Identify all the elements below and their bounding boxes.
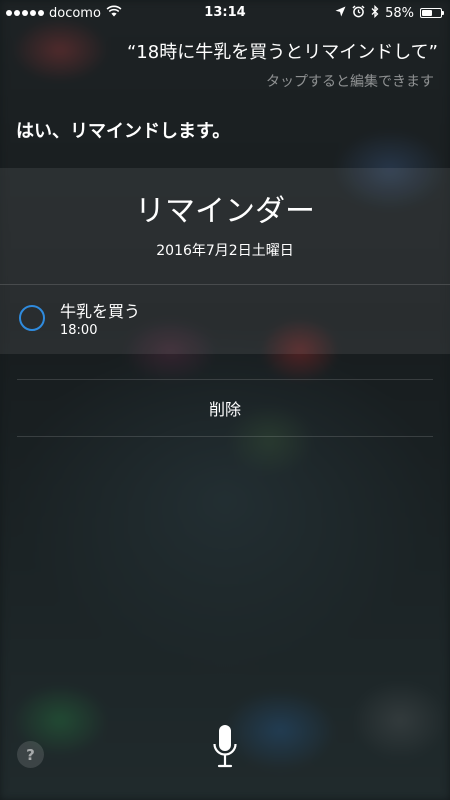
- delete-button[interactable]: 削除: [17, 380, 433, 436]
- microphone-icon[interactable]: [212, 724, 238, 770]
- battery-percent: 58%: [385, 5, 414, 21]
- battery-level-fill: [422, 10, 433, 16]
- task-complete-checkbox[interactable]: [19, 305, 45, 331]
- siri-response: はい、リマインドします。: [16, 121, 231, 142]
- siri-query[interactable]: “18時に牛乳を買うとリマインドして”: [127, 38, 438, 64]
- task-title: 牛乳を買う: [60, 302, 141, 321]
- battery-icon: [420, 8, 444, 18]
- reminder-card-date: 2016年7月2日土曜日: [156, 243, 294, 259]
- card-divider: [0, 284, 450, 285]
- reminder-card-title: リマインダー: [135, 194, 315, 229]
- bluetooth-icon: [371, 4, 379, 22]
- task-time: 18:00: [60, 323, 98, 338]
- status-left: docomo: [6, 0, 122, 26]
- status-right: 58%: [335, 0, 444, 26]
- carrier-name: docomo: [49, 5, 101, 21]
- alarm-icon: [352, 4, 365, 22]
- wifi-icon: [106, 5, 122, 21]
- location-arrow-icon: [335, 6, 346, 21]
- tap-to-edit-hint: タップすると編集できます: [266, 74, 434, 90]
- status-bar: docomo 13:14 58%: [0, 0, 450, 26]
- signal-dots-icon: [6, 10, 44, 16]
- divider-bottom: [17, 436, 433, 437]
- help-button[interactable]: ?: [17, 741, 44, 768]
